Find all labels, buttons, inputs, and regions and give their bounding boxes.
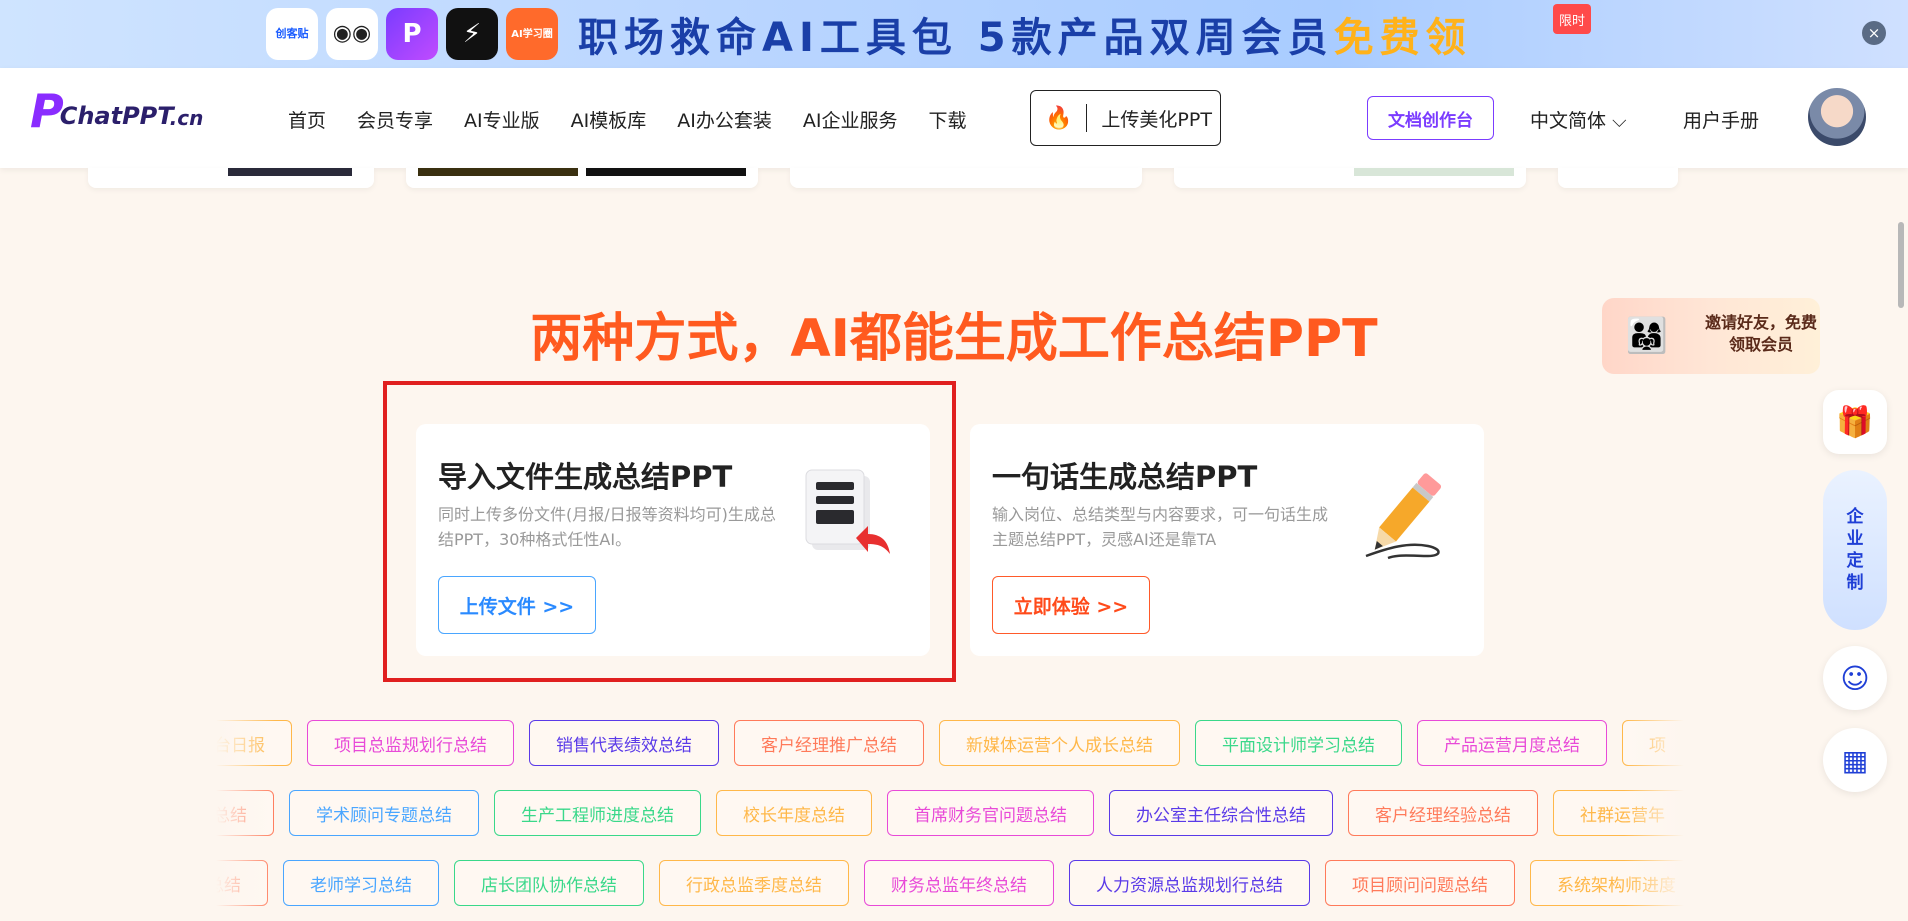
card-description: 输入岗位、总结类型与内容要求，可一句话生成主题总结PPT，灵感AI还是靠TA [992, 505, 1329, 549]
template-card-peek[interactable] [406, 168, 758, 188]
list-item[interactable]: 生产工程师进度总结 [494, 790, 701, 836]
nav-ai-office[interactable]: AI办公套装 [677, 106, 772, 133]
try-now-button[interactable]: 立即体验 >> [992, 576, 1150, 634]
list-item[interactable]: 客户经理经验总结 [1348, 790, 1538, 836]
template-card-peek[interactable] [1558, 168, 1678, 188]
list-item[interactable]: 学术顾问专题总结 [289, 790, 479, 836]
chuangkit-icon: 创客贴 [266, 8, 318, 60]
list-item[interactable]: 产品运营月度总结 [1417, 720, 1607, 766]
nav-links: 首页 会员专享 AI专业版 AI模板库 AI办公套装 AI企业服务 下载 [288, 106, 997, 133]
gift-icon[interactable]: 🎁 [1823, 390, 1887, 454]
tag-row-3: 总结 老师学习总结 店长团队协作总结 行政总监季度总结 财务总监年终总结 人力资… [216, 860, 1684, 906]
banner-content: 创客贴 ◉◉ P ⚡ AI学习圈 职场救命AI工具包 5款产品双周会员免费领 [266, 4, 1472, 64]
user-manual-link[interactable]: 用户手册 [1683, 106, 1759, 133]
upload-beautify-button[interactable]: 🔥 上传美化PPT [1030, 90, 1221, 146]
language-select[interactable]: 中文简体 ⌵ [1530, 106, 1626, 133]
people-illustration-icon: 👨‍👩‍👧 [1625, 316, 1669, 356]
chat-support-icon[interactable]: ☺ [1823, 646, 1887, 710]
nav-member[interactable]: 会员专享 [357, 106, 433, 133]
robot-icon: ◉◉ [326, 8, 378, 60]
scrollbar[interactable] [1898, 222, 1904, 308]
highlight-box [383, 381, 956, 682]
nav-home[interactable]: 首页 [288, 106, 326, 133]
divider [1086, 104, 1088, 132]
list-item[interactable]: 项目顾问问题总结 [1325, 860, 1515, 906]
list-item[interactable]: 办公室主任综合性总结 [1109, 790, 1333, 836]
fade-right [1624, 714, 1684, 921]
limited-badge: 限时 [1553, 4, 1591, 34]
template-card-peek[interactable] [790, 168, 1142, 188]
pencil-icon [1365, 473, 1442, 560]
chevron-down-icon: ⌵ [1612, 110, 1627, 132]
ai-study-icon: AI学习圈 [506, 8, 558, 60]
invite-friends-banner[interactable]: 👨‍👩‍👧 邀请好友，免费领取会员 [1602, 298, 1820, 374]
list-item[interactable]: 店长团队协作总结 [454, 860, 644, 906]
nav-ai-pro[interactable]: AI专业版 [464, 106, 540, 133]
template-card-peek[interactable] [88, 168, 374, 188]
nav-ai-templates[interactable]: AI模板库 [571, 106, 647, 133]
list-item[interactable]: 平面设计师学习总结 [1195, 720, 1402, 766]
p-icon: P [386, 8, 438, 60]
list-item[interactable]: 校长年度总结 [716, 790, 872, 836]
fade-left [216, 714, 276, 921]
card-title: 一句话生成总结PPT [992, 460, 1258, 494]
list-item[interactable]: 销售代表绩效总结 [529, 720, 719, 766]
qrcode-icon[interactable]: ▦ [1823, 728, 1887, 792]
tag-row-2: 总结 学术顾问专题总结 生产工程师进度总结 校长年度总结 首席财务官问题总结 办… [216, 790, 1684, 836]
nav-download[interactable]: 下载 [928, 106, 966, 133]
bolt-icon: ⚡ [446, 8, 498, 60]
list-item[interactable]: 新媒体运营个人成长总结 [939, 720, 1180, 766]
list-item[interactable]: 老师学习总结 [283, 860, 439, 906]
invite-text: 邀请好友，免费领取会员 [1704, 313, 1817, 354]
top-navbar: P ChatPPT .cn 首页 会员专享 AI专业版 AI模板库 AI办公套装… [0, 68, 1908, 168]
flame-icon: 🔥 [1045, 105, 1073, 131]
template-card-peek[interactable] [1174, 168, 1526, 188]
doc-studio-button[interactable]: 文档创作台 [1367, 96, 1494, 140]
list-item[interactable]: 项目总监规划行总结 [307, 720, 514, 766]
promo-banner[interactable]: 创客贴 ◉◉ P ⚡ AI学习圈 职场救命AI工具包 5款产品双周会员免费领 限… [0, 0, 1908, 68]
list-item[interactable]: 财务总监年终总结 [864, 860, 1054, 906]
list-item[interactable]: 行政总监季度总结 [659, 860, 849, 906]
avatar[interactable] [1808, 88, 1866, 146]
banner-title: 职场救命AI工具包 5款产品双周会员免费领 [578, 15, 1472, 61]
one-sentence-card[interactable]: 一句话生成总结PPT 输入岗位、总结类型与内容要求，可一句话生成主题总结PPT，… [970, 424, 1484, 656]
enterprise-custom-button[interactable]: 企 业 定 制 [1823, 470, 1887, 630]
tag-cloud: 前台日报 项目总监规划行总结 销售代表绩效总结 客户经理推广总结 新媒体运营个人… [216, 714, 1684, 921]
nav-ai-enterprise[interactable]: AI企业服务 [803, 106, 898, 133]
banner-free-text: 免费领 [1333, 15, 1472, 61]
list-item[interactable]: 人力资源总监规划行总结 [1069, 860, 1310, 906]
list-item[interactable]: 首席财务官问题总结 [887, 790, 1094, 836]
chatppt-logo[interactable]: P ChatPPT .cn [30, 88, 203, 134]
list-item[interactable]: 客户经理推广总结 [734, 720, 924, 766]
close-icon[interactable]: × [1862, 21, 1886, 45]
tag-row-1: 前台日报 项目总监规划行总结 销售代表绩效总结 客户经理推广总结 新媒体运营个人… [216, 720, 1684, 766]
